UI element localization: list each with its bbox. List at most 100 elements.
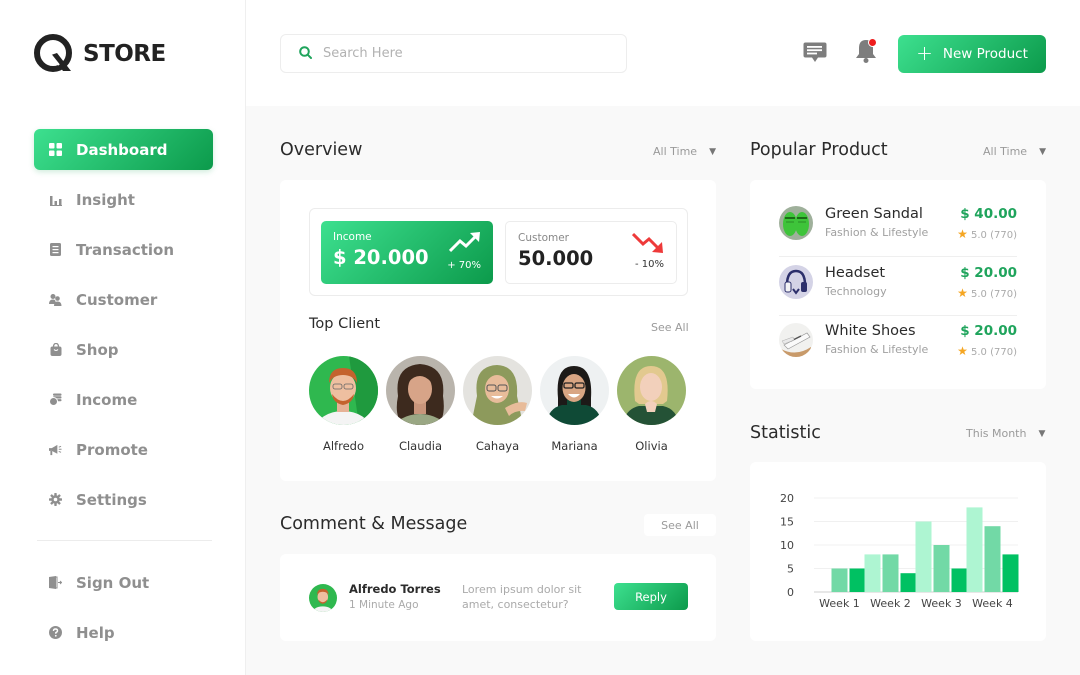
commenter-name: Alfredo Torres: [349, 582, 441, 596]
sidebar-item-label: Customer: [76, 290, 158, 309]
product-category: Technology: [825, 285, 887, 298]
rating-value: 5.0: [971, 230, 987, 241]
client-avatar: [386, 356, 455, 425]
sidebar-item-insight[interactable]: Insight: [34, 179, 213, 220]
shopping-bag-icon: [49, 343, 62, 356]
review-count: (770): [990, 289, 1017, 300]
chart-bar[interactable]: [882, 554, 899, 592]
client-item[interactable]: Claudia: [386, 356, 455, 453]
product-item[interactable]: White Shoes Fashion & Lifestyle $ 20.00 …: [779, 311, 1017, 369]
commenter-avatar: [309, 584, 337, 612]
popular-product-filter-dropdown[interactable]: All Time ▼: [983, 145, 1046, 158]
overview-title: Overview: [280, 140, 363, 160]
megaphone-icon: [49, 443, 62, 456]
client-name: Olivia: [635, 439, 668, 453]
chart-y-tick-label: 10: [780, 539, 794, 552]
client-item[interactable]: Mariana: [540, 356, 609, 453]
chart-bar[interactable]: [864, 554, 881, 592]
chart-bar[interactable]: [849, 568, 866, 593]
product-category: Fashion & Lifestyle: [825, 343, 929, 356]
statistic-filter-label: This Month: [966, 427, 1027, 440]
sign-out-icon: [49, 576, 62, 589]
search-input[interactable]: [323, 46, 603, 61]
search-bar[interactable]: [280, 34, 627, 73]
chart-x-tick-label: Week 3: [921, 597, 962, 610]
statistic-filter-dropdown[interactable]: This Month ▼: [966, 427, 1045, 440]
sidebar-item-help[interactable]: Help: [34, 612, 213, 653]
trend-down-icon: [632, 232, 663, 253]
new-product-button[interactable]: + New Product: [898, 35, 1046, 73]
help-icon: [49, 626, 62, 639]
gear-icon: [49, 493, 62, 506]
caret-down-icon: ▼: [1038, 428, 1046, 439]
review-count: (770): [990, 230, 1017, 241]
star-icon: ★: [957, 227, 968, 241]
income-stat-card[interactable]: Income $ 20.000 + 70%: [321, 221, 493, 284]
sidebar-item-label: Transaction: [76, 240, 175, 259]
popular-product-card: Green Sandal Fashion & Lifestyle $ 40.00…: [750, 180, 1046, 389]
chart-bar[interactable]: [933, 545, 950, 592]
logo[interactable]: STORE: [33, 33, 166, 75]
chart-y-tick-label: 5: [787, 563, 794, 576]
client-name: Alfredo: [323, 439, 364, 453]
product-category: Fashion & Lifestyle: [825, 226, 929, 239]
client-item[interactable]: Alfredo: [309, 356, 378, 453]
sidebar-nav: Dashboard Insight Transaction Customer S…: [34, 129, 213, 529]
product-name: Headset: [825, 265, 886, 281]
product-image-headset: [779, 265, 813, 299]
chart-y-tick-label: 20: [780, 492, 794, 505]
caret-down-icon: ▼: [709, 146, 716, 157]
client-item[interactable]: Olivia: [617, 356, 686, 453]
overview-card: Income $ 20.000 + 70% Customer 50.000 - …: [280, 180, 716, 481]
chart-bar[interactable]: [831, 568, 848, 593]
sidebar-item-sign-out[interactable]: Sign Out: [34, 562, 213, 603]
client-avatar: [309, 356, 378, 425]
sidebar-item-income[interactable]: Income: [34, 379, 213, 420]
chart-y-axis: 0 5 10 15 20: [780, 492, 794, 599]
coins-icon: [49, 393, 62, 406]
product-item[interactable]: Headset Technology $ 20.00 ★ 5.0 (770): [779, 253, 1017, 311]
chart-bar[interactable]: [984, 526, 1001, 592]
reply-button[interactable]: Reply: [614, 583, 688, 610]
product-price: $ 40.00: [960, 206, 1017, 222]
chart-bar[interactable]: [966, 507, 983, 592]
messages-button[interactable]: [802, 40, 828, 66]
star-icon: ★: [957, 344, 968, 358]
comments-see-all-button[interactable]: See All: [644, 514, 716, 536]
chart-bar[interactable]: [900, 573, 917, 592]
product-name: Green Sandal: [825, 206, 923, 222]
chart-x-tick-label: Week 4: [972, 597, 1013, 610]
overview-filter-dropdown[interactable]: All Time ▼: [653, 145, 716, 158]
sidebar-item-customer[interactable]: Customer: [34, 279, 213, 320]
rating-value: 5.0: [971, 347, 987, 358]
statistic-card: 0 5 10 15 20 Week 1 Week 2 Week 3 Week 4: [750, 462, 1046, 641]
chart-bar[interactable]: [1002, 554, 1019, 592]
caret-down-icon: ▼: [1039, 146, 1046, 157]
client-name: Mariana: [551, 439, 598, 453]
top-header: + New Product: [246, 0, 1080, 106]
overview-stats: Income $ 20.000 + 70% Customer 50.000 - …: [309, 208, 688, 296]
customer-stat-card[interactable]: Customer 50.000 - 10%: [505, 221, 677, 284]
review-count: (770): [990, 347, 1017, 358]
product-image-white-shoes: [779, 323, 813, 357]
client-avatar: [463, 356, 532, 425]
comment-text: Lorem ipsum dolor sit amet, consectetur?: [462, 583, 582, 611]
product-price: $ 20.00: [960, 323, 1017, 339]
income-change: + 70%: [447, 260, 481, 271]
client-item[interactable]: Cahaya: [463, 356, 532, 453]
top-client-see-all-link[interactable]: See All: [651, 321, 689, 334]
product-item[interactable]: Green Sandal Fashion & Lifestyle $ 40.00…: [779, 194, 1017, 252]
chat-icon: [803, 42, 827, 62]
sidebar-item-dashboard[interactable]: Dashboard: [34, 129, 213, 170]
notifications-button[interactable]: [853, 38, 879, 64]
sidebar-item-settings[interactable]: Settings: [34, 479, 213, 520]
sidebar-item-transaction[interactable]: Transaction: [34, 229, 213, 270]
logo-q-icon: [34, 34, 72, 72]
chart-bar[interactable]: [915, 521, 932, 593]
sidebar-item-shop[interactable]: Shop: [34, 329, 213, 370]
chart-bar[interactable]: [951, 568, 968, 593]
product-image-green-sandal: [779, 206, 813, 240]
users-icon: [49, 293, 62, 306]
client-avatar: [540, 356, 609, 425]
sidebar-item-promote[interactable]: Promote: [34, 429, 213, 470]
